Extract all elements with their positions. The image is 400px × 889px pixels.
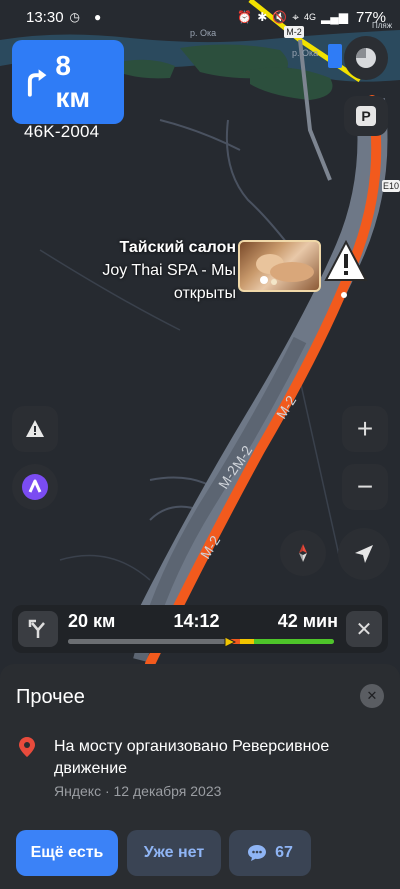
still-there-button[interactable]: Ещё есть [16,830,118,876]
status-bar: 13:30 ◷ ● ⏰ ✱ 🔇 ⌖ 4G ▂▄▆ 77% [0,0,400,34]
alice-assistant-button[interactable] [12,464,58,510]
maneuver-card[interactable]: 8 км 46K-2004 [12,40,124,141]
incident-source: Яндекс · 12 декабря 2023 [54,783,222,799]
battery-level: 77% [355,8,386,26]
warning-sign-icon[interactable] [324,240,368,282]
sheet-heading: Прочее [16,686,85,708]
chat-bubble-icon [248,845,267,861]
alarm-icon: ⏰ [237,10,253,24]
compass-button[interactable] [280,530,326,576]
navigation-arrow-icon [355,545,373,563]
signal-icon: ▂▄▆ [321,10,348,24]
eta-remaining-distance: 20 км [68,611,116,631]
poi-title: Тайский салон [119,239,236,256]
alarm-clock-icon: ◷ [69,10,81,24]
layers-icon [356,48,376,68]
road-badge-e10: E10 [383,181,399,191]
minus-icon: − [356,471,374,502]
turn-right-icon [27,69,47,97]
status-time: 13:30 [26,8,64,26]
plus-icon: + [356,413,374,444]
river-label-right: р. Ока [292,48,318,58]
layers-button[interactable] [344,36,388,80]
incident-sheet: Прочее ✕ На мосту организовано Реверсивн… [0,664,400,889]
poi-label[interactable]: Тайский салон Joy Thai SPA - Мы открыты [60,236,236,305]
incident-message: На мосту организовано Реверсивное движен… [54,738,330,777]
parking-button[interactable]: P [344,96,388,136]
alice-icon [22,474,48,500]
eta-values: 20 км 14:12 42 мин [68,611,338,632]
poi-subtitle-2: открыты [173,285,236,302]
location-icon: ● [94,10,102,24]
poi-thumbnail[interactable] [238,240,321,292]
eta-remaining-time: 42 мин [277,611,338,631]
report-incident-button[interactable] [12,406,58,452]
compass-icon [299,544,307,562]
comments-button[interactable]: 67 [229,830,311,876]
bluetooth-icon: ✱ [257,10,268,24]
mute-icon: 🔇 [272,10,288,24]
progress-position-icon [224,636,236,648]
comments-count: 67 [275,844,293,861]
parking-icon: P [356,106,376,126]
route-options-button[interactable] [18,611,58,647]
poi-subtitle-1: Joy Thai SPA - Мы [102,262,236,279]
gone-button[interactable]: Уже нет [127,830,221,876]
fork-arrow-icon [28,619,45,638]
eta-panel[interactable]: 20 км 14:12 42 мин ✕ [12,605,388,653]
network-type: 4G [303,12,316,22]
sheet-close-button[interactable]: ✕ [360,684,384,708]
maneuver-road: 46K-2004 [24,122,100,141]
maneuver-distance: 8 км [55,50,91,113]
my-location-button[interactable] [338,528,390,580]
spa-photo [256,254,314,285]
status-right: ⏰ ✱ 🔇 ⌖ 4G ▂▄▆ 77% [237,9,386,26]
traffic-progress-bar [68,639,334,644]
gps-icon: ⌖ [292,9,299,24]
zoom-in-button[interactable]: + [342,406,388,452]
zoom-out-button[interactable]: − [342,464,388,510]
close-route-button[interactable]: ✕ [346,611,382,647]
warning-icon [26,420,44,437]
location-pin-icon [19,737,35,757]
eta-arrival-time: 14:12 [173,611,220,631]
